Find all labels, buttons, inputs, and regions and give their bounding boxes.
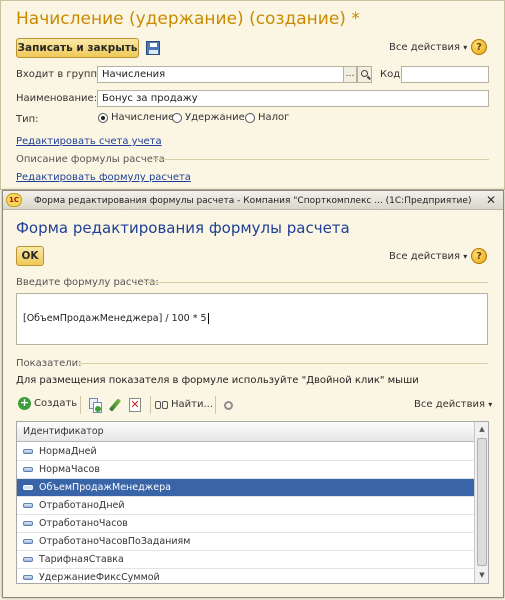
table-row[interactable]: ТарифнаяСтавка <box>17 551 474 569</box>
dialog-all-actions-menu[interactable]: Все действия ▾ <box>389 251 467 262</box>
formula-text: [ОбъемПродажМенеджера] / 100 * 5 <box>23 313 207 324</box>
table-header-identifier: Идентификатор <box>23 426 104 437</box>
table-body: НормаДней НормаЧасов ОбъемПродажМенеджер… <box>17 443 474 583</box>
row-item-icon <box>23 485 33 490</box>
indicators-section-title: Показатели: <box>16 358 82 369</box>
row-identifier: ТарифнаяСтавка <box>39 554 124 565</box>
row-identifier: ОтработаноДней <box>39 500 125 511</box>
formula-input-divider <box>143 282 488 283</box>
dialog-help-icon[interactable]: ? <box>471 248 487 264</box>
tools-icon[interactable] <box>220 397 236 413</box>
group-value: Начисления <box>102 69 166 80</box>
type-accrual-label: Начисление <box>111 112 175 123</box>
find-label: Найти... <box>171 398 214 410</box>
formula-input-section-title: Введите формулу расчета: <box>16 277 159 288</box>
dialog-heading: Форма редактирования формулы расчета <box>16 219 350 237</box>
row-item-icon <box>23 521 33 526</box>
row-item-icon <box>23 467 33 472</box>
row-identifier: ОтработаноЧасовПоЗаданиям <box>39 536 191 547</box>
delete-icon[interactable]: ✕ <box>127 397 143 413</box>
row-identifier: НормаДней <box>39 446 97 457</box>
indicators-table: Идентификатор НормаДней НормаЧасов Объем… <box>16 421 489 584</box>
code-label: Код: <box>380 69 404 80</box>
create-label: Создать <box>34 398 78 409</box>
row-identifier: ОтработаноЧасов <box>39 518 128 529</box>
type-radio-accrual[interactable]: Начисление <box>98 112 174 123</box>
toolbar-divider-2 <box>150 396 151 414</box>
edit-formula-link[interactable]: Редактировать формулу расчета <box>16 172 191 183</box>
all-actions-menu[interactable]: Все действия ▾ <box>389 42 467 53</box>
help-icon[interactable]: ? <box>471 39 487 55</box>
scroll-thumb[interactable] <box>477 438 487 566</box>
indicators-divider <box>79 363 488 364</box>
row-item-icon <box>23 449 33 454</box>
name-value: Бонус за продажу <box>102 93 198 104</box>
type-label: Тип: <box>16 114 39 125</box>
radio-accrual-icon <box>98 112 108 123</box>
radio-deduction-icon <box>172 112 182 123</box>
row-item-icon <box>23 503 33 508</box>
all-actions-label: Все действия <box>389 42 460 53</box>
dialog-all-actions-label: Все действия <box>389 251 460 262</box>
table-row[interactable]: ОтработаноЧасовПоЗаданиям <box>17 533 474 551</box>
scroll-up-icon[interactable]: ▲ <box>475 422 488 436</box>
table-all-actions-label: Все действия <box>414 399 485 410</box>
type-deduction-label: Удержание <box>185 112 245 123</box>
radio-tax-icon <box>245 112 255 123</box>
table-scrollbar[interactable]: ▲ ▼ <box>474 422 488 583</box>
table-header[interactable]: Идентификатор <box>17 422 474 442</box>
code-field[interactable] <box>401 66 489 83</box>
type-radio-deduction[interactable]: Удержание <box>172 112 245 123</box>
text-cursor <box>207 313 209 324</box>
table-row[interactable]: НормаДней <box>17 443 474 461</box>
row-item-icon <box>23 539 33 544</box>
chevron-down-icon: ▾ <box>488 400 493 409</box>
edit-accounts-link[interactable]: Редактировать счета учета <box>16 136 162 147</box>
name-field[interactable]: Бонус за продажу <box>97 90 489 107</box>
copy-icon[interactable] <box>87 397 103 413</box>
row-identifier: НормаЧасов <box>39 464 100 475</box>
table-row[interactable]: ОтработаноЧасов <box>17 515 474 533</box>
row-identifier: УдержаниеФиксСуммой <box>39 572 160 583</box>
row-item-icon <box>23 557 33 562</box>
formula-textarea[interactable]: [ОбъемПродажМенеджера] / 100 * 5 <box>16 293 488 345</box>
toolbar-divider-3 <box>215 396 216 414</box>
chevron-down-icon: ▾ <box>463 43 468 52</box>
type-radio-tax[interactable]: Налог <box>245 112 289 123</box>
group-field[interactable]: Начисления <box>97 66 344 83</box>
search-icon[interactable] <box>357 66 372 83</box>
ellipsis-icon[interactable]: … <box>343 66 357 83</box>
main-title: Начисление (удержание) (создание) * <box>16 9 360 29</box>
dialog-window-title: Форма редактирования формулы расчета - К… <box>34 196 472 206</box>
chevron-down-icon: ▾ <box>463 252 468 261</box>
add-icon: + <box>18 396 31 410</box>
toolbar-divider-1 <box>80 396 81 414</box>
formula-section-divider <box>153 159 489 160</box>
type-tax-label: Налог <box>258 112 290 123</box>
create-button[interactable]: + Создать <box>18 397 77 410</box>
ok-button[interactable]: OK <box>16 246 44 266</box>
table-row[interactable]: УдержаниеФиксСуммой <box>17 569 474 583</box>
group-label: Входит в группу: <box>16 69 107 80</box>
table-row[interactable]: ОтработаноДней <box>17 497 474 515</box>
close-icon[interactable]: ✕ <box>484 193 498 207</box>
binoculars-icon <box>155 398 168 410</box>
onec-logo-icon: 1C <box>6 193 22 207</box>
row-identifier: ОбъемПродажМенеджера <box>39 482 171 493</box>
table-row[interactable]: НормаЧасов <box>17 461 474 479</box>
formula-section-title: Описание формулы расчета <box>16 154 165 165</box>
floppy-icon[interactable] <box>146 41 160 55</box>
scroll-down-icon[interactable]: ▼ <box>475 568 488 582</box>
table-row-selected[interactable]: ОбъемПродажМенеджера <box>17 479 474 497</box>
edit-icon[interactable] <box>107 397 123 413</box>
row-item-icon <box>23 575 33 580</box>
find-button[interactable]: Найти... <box>155 398 213 410</box>
indicators-hint: Для размещения показателя в формуле испо… <box>16 375 419 386</box>
save-and-close-button[interactable]: Записать и закрыть <box>16 38 139 58</box>
name-label: Наименование: <box>16 93 98 104</box>
table-all-actions-menu[interactable]: Все действия ▾ <box>414 399 492 410</box>
